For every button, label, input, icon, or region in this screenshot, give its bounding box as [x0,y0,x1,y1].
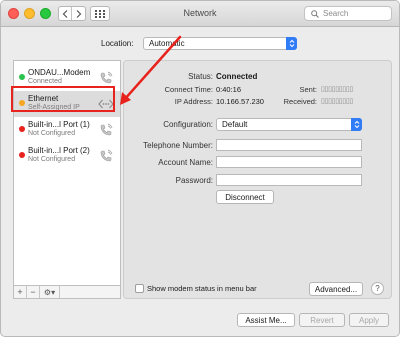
annotation-arrow [120,35,182,105]
network-preferences-window: Network Location: Automatic ONDAU...Mode… [0,0,400,337]
